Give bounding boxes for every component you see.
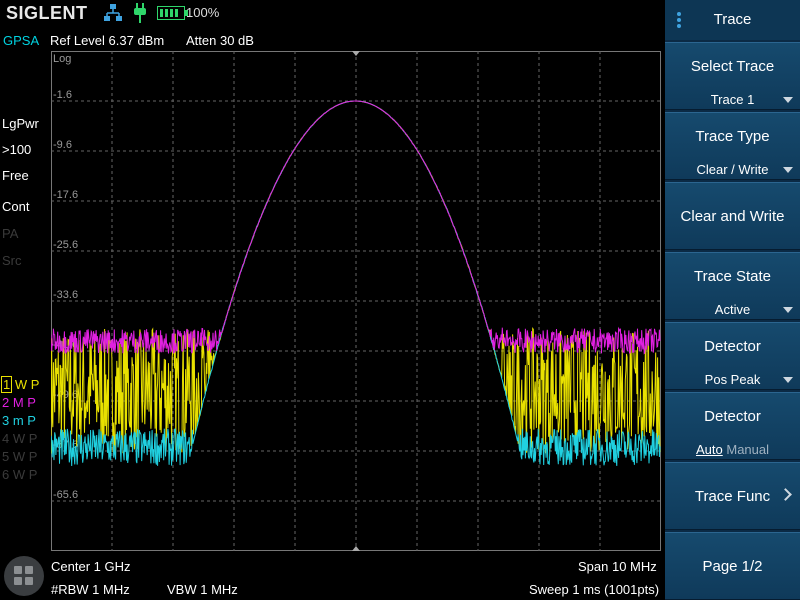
y-scale-label: Log: [53, 53, 71, 65]
trace-type-button[interactable]: Trace Type Clear / Write: [665, 112, 800, 180]
vbw-value[interactable]: VBW 1 MHz: [167, 582, 238, 597]
trace-legend-item: 4 W P: [2, 431, 37, 446]
trace-number: 1: [0, 376, 13, 393]
trace-mode-detector: M P: [9, 395, 36, 410]
spectrum-plot[interactable]: Log-1.6-9.6-17.6-25.6-33.6-41.6-49.6-57.…: [51, 51, 661, 551]
average-count-label: >100: [2, 142, 32, 157]
page-label: Page 1/2: [702, 558, 763, 575]
trace-mode-detector: W P: [9, 467, 38, 482]
dropdown-arrow-icon: [783, 377, 793, 383]
trace-legend-item: 2 M P: [2, 395, 36, 410]
menu-header[interactable]: Trace: [665, 0, 800, 40]
dropdown-arrow-icon: [783, 167, 793, 173]
softkey-menu: Trace Select Trace Trace 1 Trace Type Cl…: [665, 0, 800, 600]
trace-legend-item: 6 W P: [2, 467, 37, 482]
y-tick-label: -9.6: [53, 139, 72, 151]
trace-type-value: Clear / Write: [696, 162, 769, 177]
trace-mode-detector: W P: [11, 377, 40, 392]
y-tick-label: -49.6: [53, 389, 78, 401]
battery-level: 100%: [186, 5, 220, 20]
trace-state-label: Trace State: [694, 268, 771, 285]
dropdown-arrow-icon: [783, 307, 793, 313]
trace-legend-item: 3 m P: [2, 413, 36, 428]
clear-and-write-label: Clear and Write: [680, 208, 785, 225]
ref-level[interactable]: Ref Level 6.37 dBm: [50, 33, 164, 48]
measurement-info: GPSA Ref Level 6.37 dBm Atten 30 dB: [0, 30, 665, 50]
source-label: Src: [2, 253, 22, 268]
sweep-mode-label: Cont: [2, 199, 30, 214]
y-tick-label: -17.6: [53, 189, 78, 201]
manual-option[interactable]: Manual: [726, 442, 769, 457]
dropdown-arrow-icon: [783, 97, 793, 103]
left-status-panel: LgPwr >100 Free Cont PA Src: [2, 0, 50, 600]
trace-func-button[interactable]: Trace Func: [665, 462, 800, 530]
trace-legend-item: 5 W P: [2, 449, 37, 464]
y-tick-label: -65.6: [53, 489, 78, 501]
trace-state-value: Active: [714, 302, 751, 317]
power-type-label: LgPwr: [2, 116, 39, 131]
page-button[interactable]: Page 1/2: [665, 532, 800, 600]
preamp-label: PA: [2, 226, 19, 241]
trace-mode-detector: m P: [9, 413, 36, 428]
rbw-value[interactable]: #RBW 1 MHz: [51, 582, 130, 597]
status-bar: SIGLENT 100%: [0, 0, 665, 28]
detector-mode-toggle: Auto Manual: [665, 442, 800, 457]
y-tick-label: -25.6: [53, 239, 78, 251]
y-tick-label: -1.6: [53, 89, 72, 101]
network-icon: [104, 4, 122, 21]
detector-label: Detector: [704, 338, 761, 355]
attenuation[interactable]: Atten 30 dB: [186, 33, 254, 48]
trace-type-label: Trace Type: [695, 128, 770, 145]
center-frequency[interactable]: Center 1 GHz: [51, 559, 130, 574]
bottom-info-bar: Center 1 GHz Span 10 MHz #RBW 1 MHz VBW …: [0, 553, 665, 600]
clear-and-write-button[interactable]: Clear and Write: [665, 182, 800, 250]
detector-auto-manual-button[interactable]: Detector Auto Manual: [665, 392, 800, 460]
y-tick-label: -33.6: [53, 289, 78, 301]
trigger-label: Free: [2, 168, 29, 183]
power-plug-icon: [134, 3, 146, 23]
battery-icon: [157, 6, 188, 20]
span-value[interactable]: Span 10 MHz: [578, 559, 657, 574]
select-trace-label: Select Trace: [690, 58, 775, 75]
trace-mode-detector: W P: [9, 449, 38, 464]
trace-state-button[interactable]: Trace State Active: [665, 252, 800, 320]
detector-value: Pos Peak: [704, 372, 761, 387]
menu-title: Trace: [713, 11, 752, 28]
select-trace-button[interactable]: Select Trace Trace 1: [665, 42, 800, 110]
detector-mode-label: Detector: [704, 408, 761, 425]
apps-grid-icon[interactable]: [4, 556, 44, 596]
detector-button[interactable]: Detector Pos Peak: [665, 322, 800, 390]
auto-option[interactable]: Auto: [696, 442, 723, 457]
select-trace-value: Trace 1: [710, 92, 755, 107]
trace-legend-item: 1 W P: [0, 376, 40, 393]
trace-func-label: Trace Func: [694, 488, 771, 505]
trace-mode-detector: W P: [9, 431, 38, 446]
sweep-time[interactable]: Sweep 1 ms (1001pts): [529, 582, 659, 597]
